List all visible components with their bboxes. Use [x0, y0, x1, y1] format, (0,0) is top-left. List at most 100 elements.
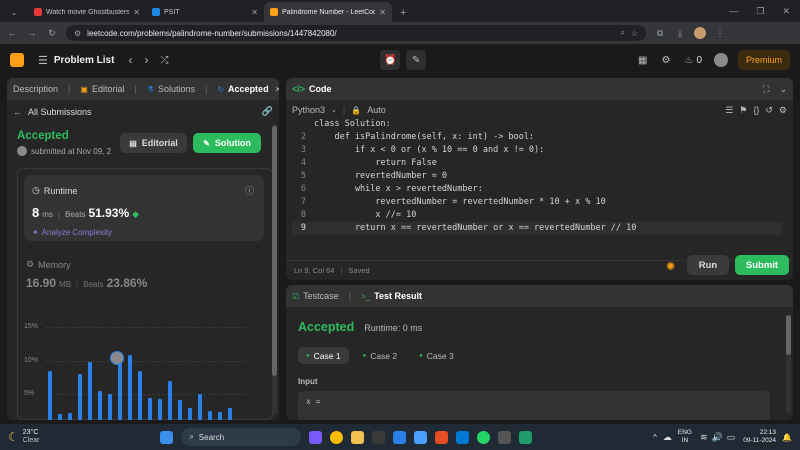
tab-test-result[interactable]: Test Result: [374, 291, 422, 301]
analyze-complexity-link[interactable]: ✦ Analyze Complexity: [32, 228, 112, 237]
submit-button[interactable]: Submit: [735, 255, 789, 275]
menu-kebab-icon[interactable]: ⋮: [714, 28, 726, 39]
run-button[interactable]: Run: [687, 255, 729, 275]
chart-bar[interactable]: [48, 370, 52, 420]
share-link-icon[interactable]: 🔗: [262, 106, 273, 117]
chart-bar[interactable]: [88, 362, 92, 420]
format-icon[interactable]: ☰: [725, 105, 733, 116]
forward-icon[interactable]: →: [26, 28, 38, 38]
browser-tab-psit[interactable]: PSIT ✕: [146, 2, 264, 22]
chart-bar[interactable]: [148, 397, 152, 420]
memory-box[interactable]: ⚙ Memory 16.90 MB | Beats 23.86%: [26, 259, 147, 290]
close-accepted-tab-icon[interactable]: ✕: [275, 85, 279, 94]
chart-bar[interactable]: [178, 399, 182, 420]
chart-bar[interactable]: [168, 380, 172, 420]
notes-icon[interactable]: ✎: [406, 50, 427, 70]
browser-tab-leetcode[interactable]: Palindrome Number - LeetCode ✕: [264, 2, 392, 22]
tab-accepted[interactable]: Accepted: [228, 84, 269, 94]
next-problem-icon[interactable]: ›: [144, 53, 148, 67]
cloud-icon[interactable]: ☁: [663, 432, 672, 443]
bookmark-star-icon[interactable]: ☆: [631, 29, 638, 38]
store-icon[interactable]: [372, 430, 386, 444]
chart-bar[interactable]: [228, 407, 232, 420]
weather-moon-icon[interactable]: ☾: [8, 430, 19, 444]
all-submissions-link[interactable]: All Submissions: [28, 107, 92, 117]
file-explorer-icon[interactable]: [351, 430, 365, 444]
streak-fire-icon[interactable]: ♨: [684, 55, 693, 66]
back-icon[interactable]: ←: [6, 28, 18, 38]
copilot-icon[interactable]: [309, 430, 323, 444]
case-1-tab[interactable]: ● Case 1: [298, 347, 349, 364]
taskbar-search[interactable]: ⌕ Search: [181, 428, 302, 446]
close-tab-icon[interactable]: ✕: [133, 8, 140, 17]
clock[interactable]: 22:13 09-11-2024: [743, 429, 776, 445]
site-info-icon[interactable]: ⚙: [74, 29, 81, 38]
info-icon[interactable]: ⓘ: [245, 184, 254, 197]
tab-solutions[interactable]: Solutions: [158, 84, 195, 94]
extensions-icon[interactable]: ⧉: [654, 28, 666, 39]
solution-button[interactable]: ✎ Solution: [193, 133, 261, 153]
layout-grid-icon[interactable]: ▦: [638, 55, 647, 66]
close-window-icon[interactable]: ✕: [782, 6, 790, 17]
chart-bar[interactable]: [78, 374, 82, 420]
prev-problem-icon[interactable]: ‹: [128, 53, 132, 67]
app-icon[interactable]: [456, 430, 470, 444]
tab-testcase[interactable]: Testcase: [303, 291, 339, 301]
chart-bar[interactable]: [58, 414, 62, 420]
settings-gear-icon[interactable]: ⚙: [662, 55, 671, 66]
download-icon[interactable]: ⤓: [674, 28, 686, 39]
reload-icon[interactable]: ↻: [46, 28, 58, 39]
camera-icon[interactable]: [498, 430, 512, 444]
mail-icon[interactable]: [414, 430, 428, 444]
volume-icon[interactable]: 🔊: [712, 432, 723, 443]
debug-icon[interactable]: ✺: [666, 260, 675, 273]
user-avatar[interactable]: [714, 53, 728, 67]
app-grid-icon[interactable]: [519, 430, 533, 444]
problem-list-link[interactable]: Problem List: [54, 55, 115, 66]
close-tab-icon[interactable]: ✕: [251, 8, 258, 17]
chart-bar[interactable]: [218, 411, 222, 420]
brave-icon[interactable]: [435, 430, 449, 444]
leetcode-logo-icon[interactable]: [10, 53, 24, 67]
minimize-icon[interactable]: —: [729, 6, 738, 17]
chart-bar[interactable]: [108, 394, 112, 420]
bookmark-icon[interactable]: ⚑: [739, 105, 747, 116]
url-field[interactable]: ⚙ leetcode.com/problems/palindrome-numbe…: [66, 25, 646, 41]
auto-mode[interactable]: Auto: [367, 105, 386, 115]
zoom-icon[interactable]: ⌕: [620, 28, 624, 38]
tab-search-icon[interactable]: ⌄: [0, 2, 28, 22]
code-area[interactable]: class Solution: 2 def isPalindrome(self,…: [292, 118, 782, 235]
case-3-tab[interactable]: ● Case 3: [411, 347, 462, 364]
result-scrollbar[interactable]: [786, 315, 791, 413]
collapse-icon[interactable]: ⌄: [779, 84, 787, 95]
chart-bar[interactable]: [128, 355, 132, 420]
shuffle-icon[interactable]: ⤮: [160, 55, 168, 66]
profile-avatar[interactable]: [694, 27, 706, 39]
runtime-box[interactable]: ◷ Runtime ⓘ 8 ms | Beats 51.93% ◆ ✦ Anal…: [24, 175, 264, 241]
browser-tab-ghostbusters[interactable]: Watch movie Ghostbusters: Fro ✕: [28, 2, 146, 22]
new-tab-icon[interactable]: +: [392, 7, 414, 22]
chrome-icon[interactable]: [330, 430, 344, 444]
photos-icon[interactable]: [393, 430, 407, 444]
braces-icon[interactable]: {}: [753, 105, 759, 115]
close-tab-icon[interactable]: ✕: [379, 8, 386, 17]
chart-bar[interactable]: [68, 412, 72, 420]
premium-button[interactable]: Premium: [738, 50, 791, 70]
editorial-button[interactable]: ▤ Editorial: [120, 133, 187, 153]
chart-bar[interactable]: [98, 390, 102, 420]
whatsapp-icon[interactable]: [477, 430, 491, 444]
language-indicator[interactable]: ENG IN: [678, 429, 692, 445]
reset-icon[interactable]: ↺: [765, 105, 773, 116]
wifi-icon[interactable]: ≋: [700, 432, 708, 443]
fullscreen-icon[interactable]: ⛶: [763, 84, 769, 95]
battery-icon[interactable]: ▭: [727, 432, 736, 443]
left-scrollbar[interactable]: [272, 124, 277, 414]
case-2-tab[interactable]: ● Case 2: [355, 347, 406, 364]
list-icon[interactable]: ☰: [38, 54, 48, 67]
timer-icon[interactable]: ⏰: [380, 50, 401, 70]
chart-bar[interactable]: [188, 407, 192, 420]
chart-bar[interactable]: [208, 410, 212, 420]
tray-chevron-icon[interactable]: ^: [653, 433, 657, 442]
chart-bar[interactable]: [158, 398, 162, 420]
notification-bell-icon[interactable]: 🔔: [782, 433, 792, 442]
